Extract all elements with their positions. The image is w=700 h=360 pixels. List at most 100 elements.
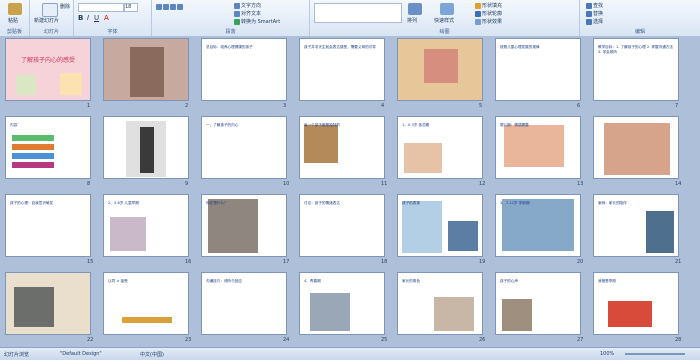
slide-thumbnail[interactable]: 2、3-6岁 儿童早期 (103, 194, 189, 257)
slide-caption: 认同 ≠ 接受 (108, 279, 128, 283)
slide-picture (130, 47, 164, 97)
theme-name: "Default Design" (60, 351, 102, 357)
zoom-level[interactable]: 100% (600, 351, 614, 357)
slide-thumbnail[interactable]: 孩子的表现 (397, 194, 483, 257)
align-text-label: 对齐文本 (241, 11, 262, 17)
shapes-gallery[interactable] (314, 3, 402, 23)
paragraph-group-label: 段落 (225, 29, 236, 35)
slide-number: 16 (185, 259, 192, 265)
drawing-group: 排列 快速样式 形状填充 形状轮廓 形状效果 绘图 (310, 0, 580, 36)
bold-button[interactable]: B (78, 14, 83, 22)
shape-outline-label: 形状轮廓 (482, 11, 503, 17)
slide-sorter[interactable]: 了解孩子内心的感受 1 2 总目标：培养心理健康的孩子 3 孩子并非天生就会表达感受，需要… (0, 36, 700, 347)
slide-thumbnail[interactable] (5, 272, 91, 335)
font-name-dropdown[interactable] (78, 3, 124, 12)
slide-thumbnail[interactable]: 总目标：培养心理健康的孩子 (201, 38, 287, 101)
slide-thumbnail[interactable]: 讨论：孩子的情绪表达 (299, 194, 385, 257)
quick-styles-icon[interactable] (440, 3, 454, 15)
slide-thumbnail[interactable] (103, 38, 189, 101)
slide-thumbnail[interactable] (103, 116, 189, 179)
slide-picture (12, 162, 54, 168)
zoom-slider[interactable] (625, 353, 685, 355)
slide-picture (404, 143, 442, 173)
delete-slide-button[interactable]: 删除 (60, 3, 70, 10)
paste-button[interactable]: 粘贴 (8, 17, 18, 24)
slide-number: 17 (283, 259, 290, 265)
slide-number: 1 (87, 103, 91, 109)
slide-thumbnail[interactable]: 孩子的心理：自我意识萌发 (5, 194, 91, 257)
select-icon (586, 18, 592, 25)
language-indicator[interactable]: 中文(中国) (140, 351, 164, 358)
slide-number: 24 (283, 337, 290, 343)
slide-thumbnail[interactable]: 我爸是李刚 (593, 272, 679, 335)
slide-number: 26 (479, 337, 486, 343)
slide-thumbnail[interactable]: 4、青春期 (299, 272, 385, 335)
clipboard-group: 粘贴 剪贴板 (0, 0, 30, 36)
slide-thumbnail[interactable]: 沟通技巧：倾听与回应 (201, 272, 287, 335)
slide-thumbnail[interactable]: 教学目标：1. 了解孩子的心理 2. 掌握沟通方法 3. 学会倾听 (593, 38, 679, 101)
smartart-button[interactable]: 转换为 SmartArt (234, 18, 280, 25)
slide-picture (424, 49, 458, 83)
shape-outline-icon (475, 10, 481, 17)
underline-button[interactable]: U (94, 14, 99, 22)
italic-button[interactable]: I (87, 14, 89, 22)
align-text-button[interactable]: 对齐文本 (234, 10, 261, 17)
slide-thumbnail[interactable]: 了解孩子内心的感受 (5, 38, 91, 101)
smartart-icon (234, 18, 240, 25)
find-button[interactable]: 查找 (586, 2, 603, 9)
paragraph-group: 文字方向 对齐文本 转换为 SmartArt 段落 (152, 0, 310, 36)
slide-thumbnail[interactable]: 3、7-12岁 学龄期 (495, 194, 581, 257)
quick-styles-button[interactable]: 快速样式 (434, 17, 454, 24)
replace-icon (586, 10, 592, 17)
replace-button[interactable]: 替换 (586, 10, 603, 17)
arrange-icon[interactable] (408, 3, 422, 15)
shape-fill-label: 形状填充 (482, 3, 503, 9)
slide-picture (502, 299, 532, 331)
slide-picture (310, 293, 350, 331)
slide-number: 25 (381, 337, 388, 343)
slide-thumbnail[interactable]: 认同 ≠ 接受 (103, 272, 189, 335)
slide-thumbnail[interactable]: 一、了解孩子的内心 (201, 116, 287, 179)
slide-thumbnail[interactable]: 婴儿期：情感需要 (495, 116, 581, 179)
drawing-group-label: 绘图 (439, 29, 450, 35)
paste-icon[interactable] (8, 3, 22, 15)
text-direction-button[interactable]: 文字方向 (234, 2, 261, 9)
slide-picture (140, 127, 154, 173)
slide-thumbnail[interactable]: 按照儿童心理发展的规律 (495, 38, 581, 101)
slide-thumbnail[interactable]: 内容 (5, 116, 91, 179)
clipboard-group-label: 剪贴板 (6, 29, 22, 35)
editing-group: 查找 替换 选择 编辑 (580, 0, 700, 36)
slide-caption: 一、了解孩子的内心 (206, 123, 239, 127)
new-slide-button[interactable]: 新建幻灯片 (34, 17, 59, 24)
slide-number: 7 (675, 103, 679, 109)
slide-thumbnail[interactable]: 孩子并非天生就会表达感受，需要父母的引导 (299, 38, 385, 101)
slide-number: 27 (577, 337, 584, 343)
slide-caption: 家长的角色 (402, 279, 420, 283)
align-text-icon (234, 10, 240, 17)
select-button[interactable]: 选择 (586, 18, 603, 25)
arrange-button[interactable]: 排列 (407, 17, 417, 24)
slide-picture (208, 199, 258, 253)
font-size-dropdown[interactable]: 18 (124, 3, 138, 12)
slide-number: 13 (577, 181, 584, 187)
slide-thumbnail[interactable]: 孩子的心声 (495, 272, 581, 335)
slide-picture (608, 301, 652, 327)
new-slide-icon[interactable] (42, 3, 58, 17)
shape-effects-icon (475, 18, 481, 25)
shape-fill-button[interactable]: 形状填充 (475, 2, 502, 9)
bullets-button[interactable] (156, 4, 184, 11)
slide-picture (448, 221, 478, 251)
slide-thumbnail[interactable]: 每一个孩子都是独特的 (299, 116, 385, 179)
shape-effects-button[interactable]: 形状效果 (475, 18, 502, 25)
slide-number: 8 (87, 181, 91, 187)
shape-outline-button[interactable]: 形状轮廓 (475, 10, 502, 17)
slide-thumbnail[interactable] (593, 116, 679, 179)
slide-picture (110, 217, 146, 251)
slide-number: 10 (283, 181, 290, 187)
slide-thumbnail[interactable]: 1、0-3岁 依恋期 (397, 116, 483, 179)
slide-thumbnail[interactable] (397, 38, 483, 101)
slide-thumbnail[interactable]: 家长的角色 (397, 272, 483, 335)
slide-thumbnail[interactable]: 你在想什么？ (201, 194, 287, 257)
slide-thumbnail[interactable]: 案例：家长的陪伴 (593, 194, 679, 257)
font-color-button[interactable]: A (104, 14, 109, 22)
